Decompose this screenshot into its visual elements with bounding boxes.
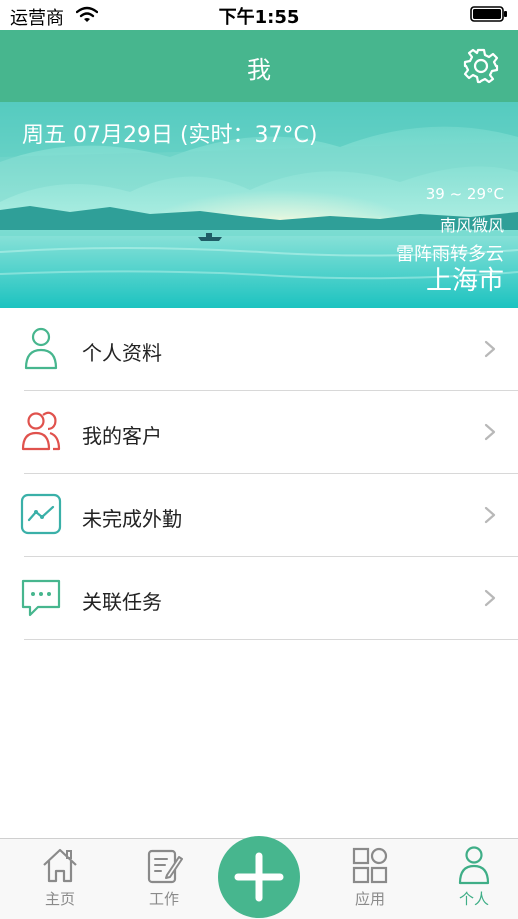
- tab-home[interactable]: 主页: [20, 845, 100, 915]
- weather-city: 上海市: [425, 266, 504, 296]
- gear-icon[interactable]: [462, 47, 500, 85]
- plus-icon: [234, 852, 284, 902]
- tab-label: 主页: [44, 890, 75, 908]
- weather-wind: 南风微风: [439, 216, 504, 235]
- tab-profile[interactable]: 个人: [434, 845, 514, 915]
- chevron-right-icon: [484, 340, 496, 358]
- tab-apps[interactable]: 应用: [330, 845, 410, 915]
- menu-item-label: 未完成外勤: [82, 507, 182, 531]
- customers-icon: [21, 411, 61, 451]
- menu-item-customers[interactable]: 我的客户: [21, 391, 518, 474]
- tab-label: 工作: [148, 890, 179, 908]
- apps-grid-icon: [352, 847, 388, 884]
- menu-item-label: 个人资料: [82, 341, 162, 365]
- home-icon: [43, 848, 77, 883]
- person-icon: [458, 846, 490, 885]
- chevron-right-icon: [484, 506, 496, 524]
- menu-item-related-tasks[interactable]: 关联任务: [21, 557, 518, 640]
- nav-header: 我: [0, 30, 518, 102]
- weather-temp-range: 39 ~ 29°C: [425, 185, 504, 203]
- weather-banner: 周五 07月29日 (实时：37°C) 39 ~ 29°C 南风微风 雷阵雨转多…: [0, 102, 518, 308]
- tab-label: 个人: [458, 890, 489, 908]
- menu-item-unfinished-fieldwork[interactable]: 未完成外勤: [20, 474, 518, 557]
- chevron-right-icon: [484, 589, 496, 607]
- profile-menu: 个人资料 我的客户 未完成外勤 关联任务: [0, 308, 518, 640]
- menu-item-label: 我的客户: [82, 424, 162, 448]
- chat-bubble-icon: [21, 579, 61, 617]
- trend-chart-icon: [20, 493, 62, 535]
- battery-icon: [470, 6, 507, 22]
- tab-label: 应用: [354, 890, 385, 908]
- clock: 下午1:55: [218, 7, 300, 28]
- menu-item-label: 关联任务: [82, 590, 162, 614]
- menu-item-profile[interactable]: 个人资料: [24, 308, 518, 391]
- person-icon: [24, 327, 58, 370]
- chevron-right-icon: [484, 423, 496, 441]
- tab-work[interactable]: 工作: [124, 845, 204, 915]
- add-button[interactable]: [218, 836, 300, 918]
- page-title: 我: [247, 56, 271, 84]
- status-bar: 运营商 下午1:55: [0, 0, 518, 30]
- edit-note-icon: [147, 849, 183, 884]
- weather-date: 周五 07月29日 (实时：37°C): [22, 123, 318, 148]
